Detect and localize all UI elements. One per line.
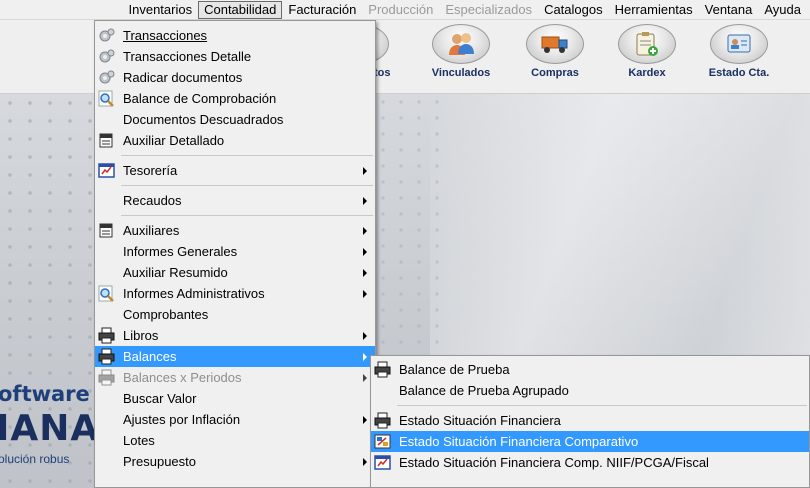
toolbar-button-estado-cta[interactable]: Estado Cta. <box>699 24 779 79</box>
submenu-arrow-icon <box>363 353 367 361</box>
compare-icon <box>374 434 391 449</box>
submenu-arrow-icon <box>363 374 367 382</box>
menu-ayuda[interactable]: Ayuda <box>758 1 807 19</box>
menu-item-transacciones-detalle[interactable]: Transacciones Detalle <box>95 46 375 67</box>
menu-item-auxiliares[interactable]: Auxiliares <box>95 220 375 241</box>
menu-item-auxiliar-resumido[interactable]: Auxiliar Resumido <box>95 262 375 283</box>
menu-item-radicar-documentos[interactable]: Radicar documentos <box>95 67 375 88</box>
menu-item-balance-comprobacion[interactable]: Balance de Comprobación <box>95 88 375 109</box>
brand-name: IANA <box>0 408 100 449</box>
menu-separator <box>371 401 809 410</box>
printer-icon <box>374 361 391 378</box>
toolbar-button-kardex[interactable]: Kardex <box>607 24 687 79</box>
gears-icon <box>99 49 115 63</box>
menu-item-buscar-valor[interactable]: Buscar Valor <box>95 388 375 409</box>
contabilidad-menu: Transacciones Transacciones Detalle Radi… <box>94 20 376 488</box>
toolbar-button-vinculados[interactable]: Vinculados <box>421 24 501 79</box>
magnifier-icon <box>98 285 114 302</box>
menu-item-ajustes-inflacion[interactable]: Ajustes por Inflación <box>95 409 375 430</box>
submenu-arrow-icon <box>363 197 367 205</box>
brand-top-text: oftware <box>0 382 90 406</box>
menu-catalogos[interactable]: Catalogos <box>538 1 609 19</box>
printer-icon <box>98 369 115 386</box>
submenu-arrow-icon <box>363 167 367 175</box>
menu-item-documentos-descuadrados[interactable]: Documentos Descuadrados <box>95 109 375 130</box>
submenu-arrow-icon <box>363 458 367 466</box>
ledger-icon <box>99 223 113 238</box>
menu-contabilidad[interactable]: Contabilidad <box>198 0 283 19</box>
report-icon <box>374 455 391 470</box>
menu-item-balance-prueba-agrupado[interactable]: Balance de Prueba Agrupado <box>371 380 809 401</box>
menu-especializados[interactable]: Especializados <box>439 1 538 19</box>
menu-item-auxiliar-detallado[interactable]: Auxiliar Detallado <box>95 130 375 151</box>
printer-icon <box>98 348 115 365</box>
menu-item-transacciones[interactable]: Transacciones <box>95 25 375 46</box>
menu-facturacion[interactable]: Facturación <box>282 1 362 19</box>
menu-item-estado-situacion-financiera-niif[interactable]: Estado Situación Financiera Comp. NIIF/P… <box>371 452 809 473</box>
printer-icon <box>374 412 391 429</box>
id-card-icon <box>727 34 751 53</box>
menu-item-libros[interactable]: Libros <box>95 325 375 346</box>
gears-icon <box>99 28 115 42</box>
toolbar-label-vinculados: Vinculados <box>431 67 491 79</box>
menu-item-balance-prueba[interactable]: Balance de Prueba <box>371 359 809 380</box>
clipboard-add-icon <box>636 32 658 56</box>
gears-icon <box>99 70 115 84</box>
menu-item-tesoreria[interactable]: Tesorería <box>95 160 375 181</box>
submenu-arrow-icon <box>363 227 367 235</box>
menu-separator <box>95 181 375 190</box>
toolbar-button-compras[interactable]: Compras <box>515 24 595 79</box>
menu-item-recaudos[interactable]: Recaudos <box>95 190 375 211</box>
people-icon <box>449 33 474 55</box>
report-icon <box>98 163 115 178</box>
menu-inventarios[interactable]: Inventarios <box>123 1 199 19</box>
menu-item-comprobantes[interactable]: Comprobantes <box>95 304 375 325</box>
menu-item-presupuesto[interactable]: Presupuesto <box>95 451 375 472</box>
toolbar-label-estado-cta: Estado Cta. <box>708 67 770 79</box>
menu-item-estado-situacion-financiera[interactable]: Estado Situación Financiera <box>371 410 809 431</box>
brand-tagline: olución robus <box>0 452 70 466</box>
truck-icon <box>541 36 568 53</box>
submenu-arrow-icon <box>363 416 367 424</box>
menu-item-informes-generales[interactable]: Informes Generales <box>95 241 375 262</box>
menu-item-informes-administrativos[interactable]: Informes Administrativos <box>95 283 375 304</box>
balances-menu: Balance de Prueba Balance de Prueba Agru… <box>370 355 810 488</box>
menu-bar: Inventarios Contabilidad Facturación Pro… <box>0 0 810 20</box>
toolbar-label-compras: Compras <box>531 67 579 79</box>
magnifier-icon <box>98 90 114 107</box>
printer-icon <box>98 327 115 344</box>
menu-separator <box>95 151 375 160</box>
menu-item-lotes[interactable]: Lotes <box>95 430 375 451</box>
menu-ventana[interactable]: Ventana <box>699 1 759 19</box>
menu-item-balances[interactable]: Balances <box>95 346 375 367</box>
menu-separator <box>95 211 375 220</box>
menu-produccion[interactable]: Producción <box>362 1 439 19</box>
menu-item-balances-x-periodos[interactable]: Balances x Periodos <box>95 367 375 388</box>
submenu-arrow-icon <box>363 332 367 340</box>
ledger-icon <box>99 133 113 148</box>
menu-item-estado-situacion-financiera-comparativo[interactable]: Estado Situación Financiera Comparativo <box>371 431 809 452</box>
menu-herramientas[interactable]: Herramientas <box>609 1 699 19</box>
submenu-arrow-icon <box>363 269 367 277</box>
submenu-arrow-icon <box>363 248 367 256</box>
submenu-arrow-icon <box>363 290 367 298</box>
toolbar-label-kardex: Kardex <box>628 67 666 79</box>
